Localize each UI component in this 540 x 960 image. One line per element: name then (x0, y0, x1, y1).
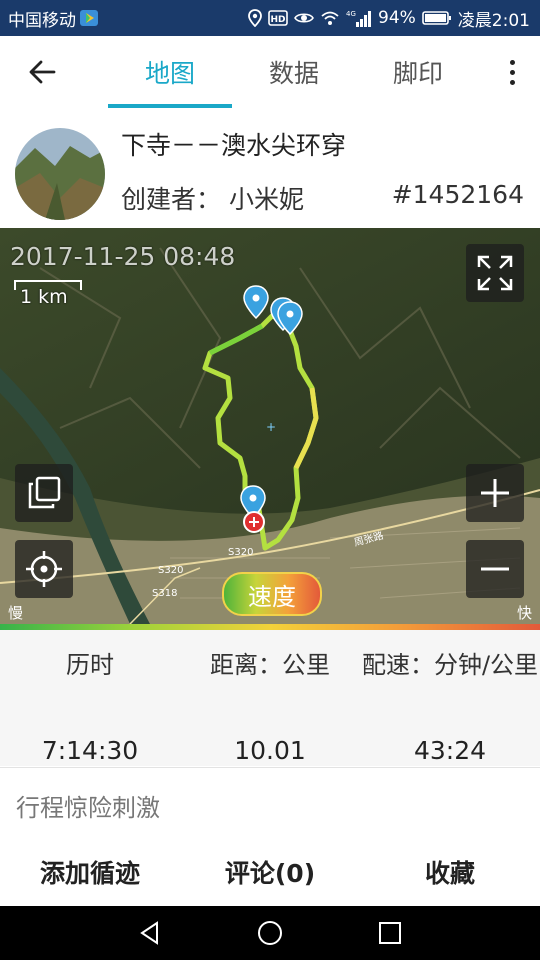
map-center-cross: + (266, 420, 276, 434)
trail-description: 行程惊险刺激 (0, 767, 540, 838)
stat-pace: 配速：分钟/公里 43:24 (360, 650, 540, 765)
locate-button[interactable] (15, 540, 73, 598)
nav-home-icon (258, 921, 282, 945)
zoom-out-icon (481, 567, 509, 571)
trail-title: 下寺－－澳水尖环穿 (121, 131, 347, 160)
stat-value: 43:24 (413, 736, 487, 765)
fullscreen-button[interactable] (466, 244, 524, 302)
zoom-in-icon (481, 479, 509, 507)
more-menu-button[interactable] (502, 54, 522, 90)
action-bar: 添加循迹 评论(0) 收藏 (0, 837, 540, 906)
stat-label: 距离：公里 (210, 651, 330, 679)
locate-icon (26, 551, 62, 587)
speed-button[interactable]: 速度 (222, 572, 322, 616)
stat-label: 历时 (66, 651, 114, 679)
stat-value: 7:14:30 (41, 736, 139, 765)
signal-icon: 4G (346, 9, 372, 27)
scale-label: 1 km (20, 286, 68, 308)
map-view[interactable]: S320 S320 S318 周张路 + 2017-11-25 08:48 1 … (0, 228, 540, 624)
more-dot (509, 69, 515, 75)
road-label: S320 (228, 547, 253, 558)
comment-button[interactable]: 评论(0) (180, 837, 360, 906)
stat-value: 10.01 (234, 736, 306, 765)
more-dot (509, 79, 515, 85)
nav-back-icon (140, 921, 158, 945)
stat-distance: 距离：公里 10.01 (190, 650, 350, 765)
trail-header: 下寺－－澳水尖环穿 创建者： 小米妮 #1452164 (0, 108, 540, 228)
back-arrow-icon (29, 60, 56, 84)
system-nav-bar (0, 906, 540, 960)
nav-recents-icon (379, 922, 401, 944)
start-marker[interactable] (243, 511, 265, 533)
svg-text:4G: 4G (346, 10, 356, 18)
wifi-icon (320, 10, 340, 26)
nav-recents-button[interactable] (370, 914, 410, 952)
app-bar: 地图 数据 脚印 (0, 36, 540, 109)
trail-cover-image[interactable] (15, 128, 105, 220)
stat-duration: 历时 7:14:30 (0, 650, 180, 765)
layers-button[interactable] (15, 464, 73, 522)
zoom-out-button[interactable] (466, 540, 524, 598)
nav-back-button[interactable] (130, 914, 170, 952)
add-track-button[interactable]: 添加循迹 (0, 837, 180, 906)
favorite-button[interactable]: 收藏 (360, 837, 540, 906)
trail-creator[interactable]: 创建者： 小米妮 (121, 180, 304, 216)
tab-footprint[interactable]: 脚印 (356, 36, 480, 108)
road-label: S318 (152, 588, 177, 599)
zoom-in-button[interactable] (466, 464, 524, 522)
svg-text:HD: HD (271, 15, 286, 25)
eye-icon (294, 11, 314, 25)
stat-label: 配速：分钟/公里 (361, 651, 539, 679)
more-dot (509, 59, 515, 65)
trail-stats: 历时 7:14:30 距离：公里 10.01 配速：分钟/公里 43:24 (0, 630, 540, 766)
description-text: 行程惊险刺激 (16, 794, 160, 822)
map-timestamp: 2017-11-25 08:48 (10, 242, 236, 271)
carrier-name: 中国移动 (8, 10, 76, 31)
fullscreen-icon (477, 255, 513, 291)
tab-map[interactable]: 地图 (108, 36, 232, 108)
hd-icon: HD (268, 10, 288, 26)
copy-layers-icon (28, 476, 61, 509)
location-icon (248, 9, 262, 27)
tab-data[interactable]: 数据 (232, 36, 356, 108)
nav-home-button[interactable] (250, 914, 290, 952)
status-bar: 中国移动 HD 4G 94% 凌晨2:01 (0, 0, 540, 36)
play-store-icon (80, 10, 98, 26)
back-button[interactable] (22, 54, 62, 90)
road-label: S320 (158, 565, 183, 576)
clock: 凌晨2:01 (457, 10, 530, 31)
fast-label: 快 (516, 604, 532, 622)
battery-percent: 94% (378, 8, 416, 28)
slow-label: 慢 (8, 604, 24, 622)
battery-icon (422, 10, 452, 26)
trail-id: #1452164 (391, 180, 524, 209)
